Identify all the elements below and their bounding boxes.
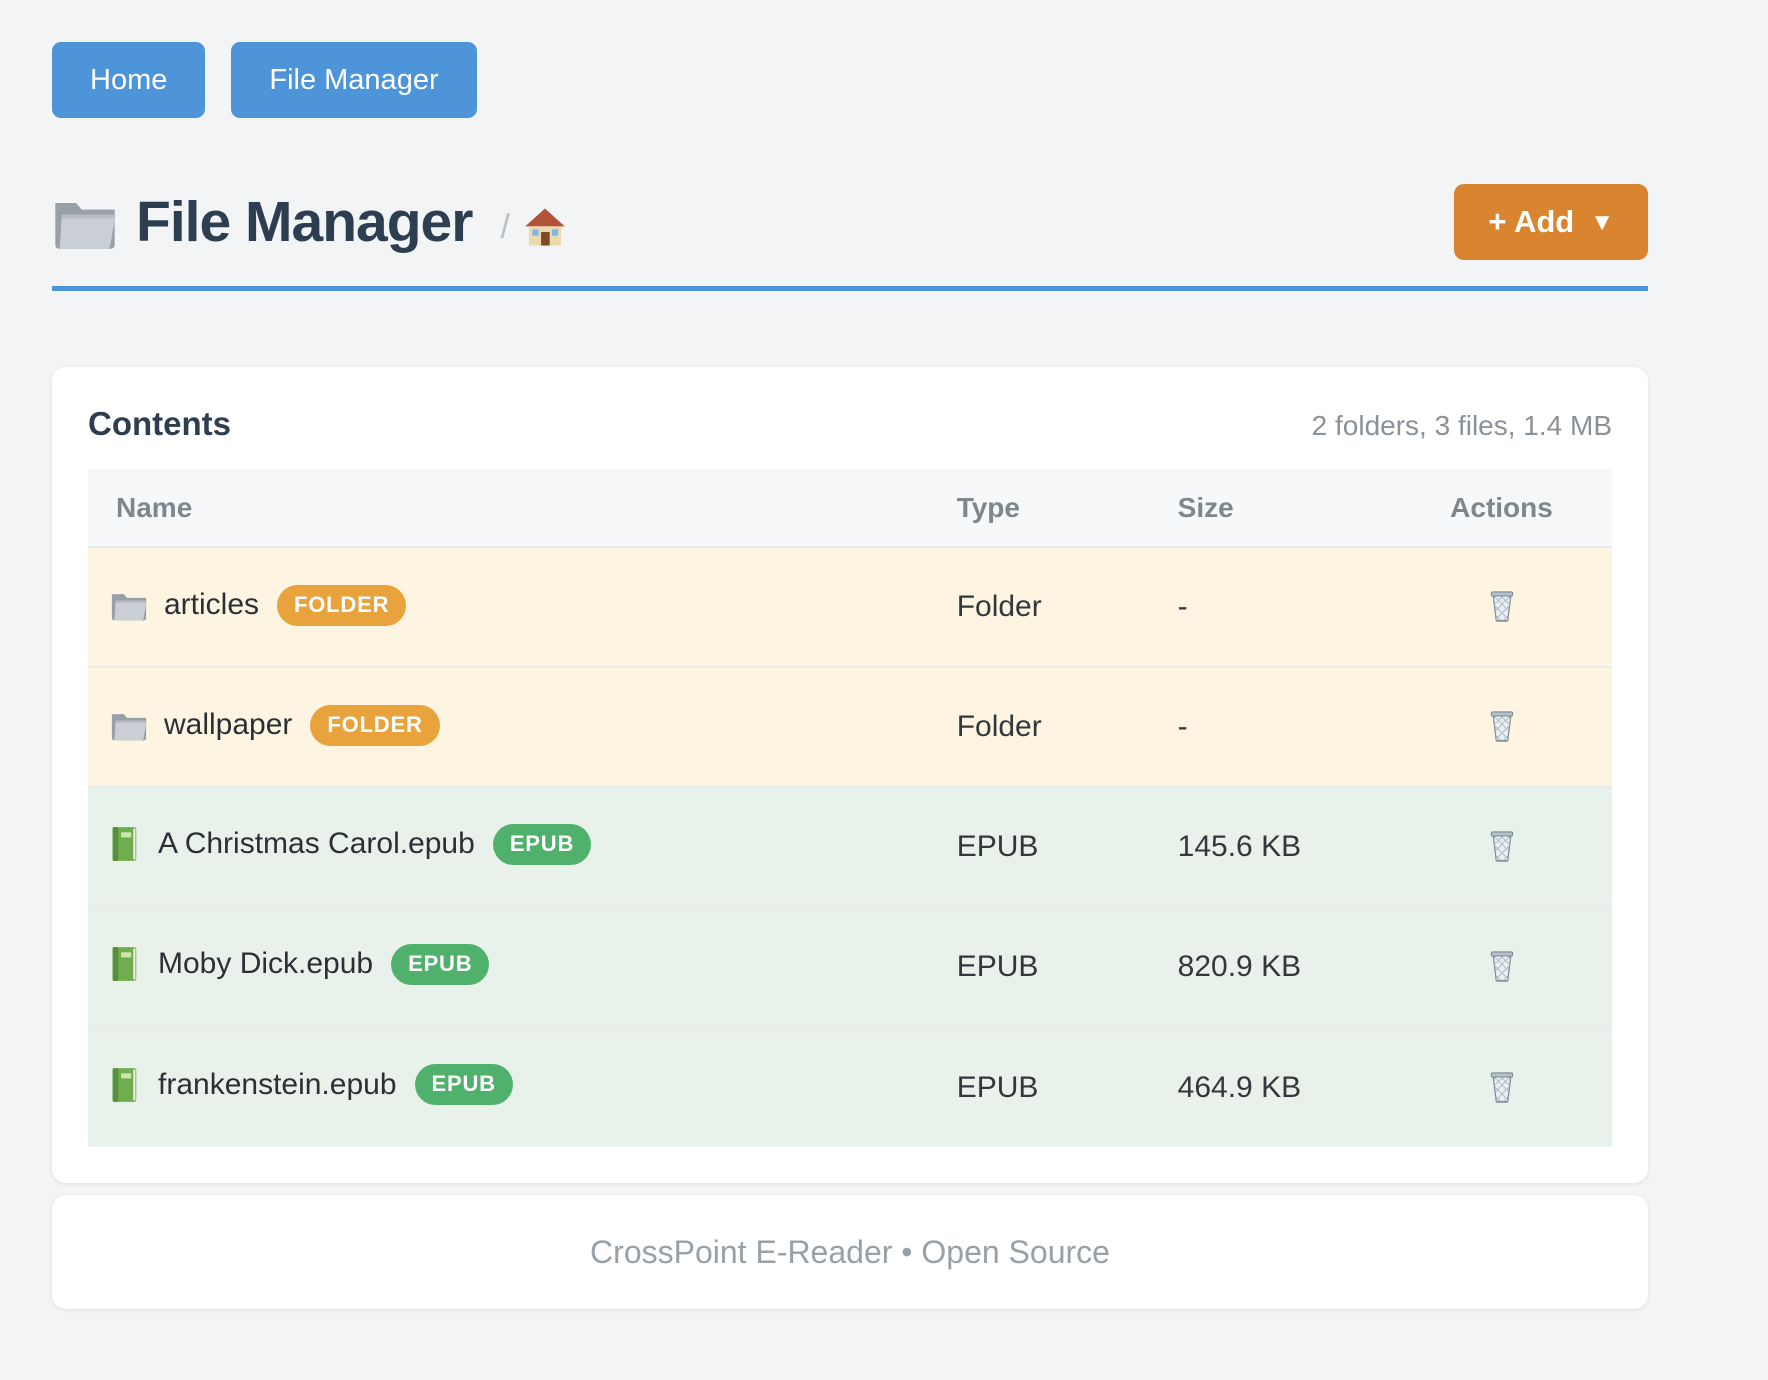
column-header-actions: Actions — [1391, 469, 1612, 547]
trash-icon — [1487, 1068, 1517, 1104]
delete-button[interactable] — [1481, 823, 1523, 867]
folder-badge: FOLDER — [310, 705, 439, 746]
size-cell: - — [1178, 547, 1391, 667]
size-cell: - — [1178, 667, 1391, 787]
trash-icon — [1487, 947, 1517, 983]
accent-divider — [52, 286, 1648, 291]
add-button[interactable]: + Add ▼ — [1454, 184, 1648, 260]
trash-icon — [1487, 827, 1517, 863]
contents-summary: 2 folders, 3 files, 1.4 MB — [1312, 410, 1612, 442]
trash-icon — [1487, 707, 1517, 743]
add-button-label: + Add — [1488, 204, 1574, 240]
item-name[interactable]: articles — [164, 588, 259, 622]
table-row: A Christmas Carol.epub EPUB EPUB 145.6 K… — [88, 787, 1612, 907]
type-cell: Folder — [957, 547, 1178, 667]
table-row: wallpaper FOLDER Folder - — [88, 667, 1612, 787]
delete-button[interactable] — [1481, 583, 1523, 627]
item-name[interactable]: Moby Dick.epub — [158, 947, 373, 981]
file-manager-button[interactable]: File Manager — [231, 42, 476, 118]
contents-card: Contents 2 folders, 3 files, 1.4 MB Name… — [52, 367, 1648, 1183]
folder-badge: FOLDER — [277, 585, 406, 626]
book-icon — [110, 946, 140, 982]
table-row: frankenstein.epub EPUB EPUB 464.9 KB — [88, 1027, 1612, 1147]
folder-icon — [110, 709, 148, 741]
footer-card: CrossPoint E-Reader • Open Source — [52, 1195, 1648, 1309]
size-cell: 145.6 KB — [1178, 787, 1391, 907]
type-cell: EPUB — [957, 907, 1178, 1027]
page-header: File Manager / + Add ▼ — [52, 184, 1648, 260]
contents-heading: Contents — [88, 405, 231, 443]
delete-button[interactable] — [1481, 943, 1523, 987]
home-button[interactable]: Home — [52, 42, 205, 118]
book-icon — [110, 826, 140, 862]
column-header-type: Type — [957, 469, 1178, 547]
item-name[interactable]: wallpaper — [164, 708, 292, 742]
page-title: File Manager — [136, 189, 472, 255]
table-header-row: Name Type Size Actions — [88, 469, 1612, 547]
type-cell: EPUB — [957, 787, 1178, 907]
folder-icon — [110, 589, 148, 621]
column-header-size: Size — [1178, 469, 1391, 547]
breadcrumb-separator: / — [500, 208, 509, 247]
table-row: articles FOLDER Folder - — [88, 547, 1612, 667]
table-row: Moby Dick.epub EPUB EPUB 820.9 KB — [88, 907, 1612, 1027]
size-cell: 464.9 KB — [1178, 1027, 1391, 1147]
delete-button[interactable] — [1481, 1064, 1523, 1108]
epub-badge: EPUB — [415, 1064, 513, 1105]
file-manager-page: Home File Manager File Manager / + Add ▼… — [0, 0, 1768, 1380]
epub-badge: EPUB — [391, 944, 489, 985]
contents-table: Name Type Size Actions articles FOLDER F… — [88, 469, 1612, 1147]
item-name[interactable]: A Christmas Carol.epub — [158, 827, 475, 861]
column-header-name: Name — [88, 469, 957, 547]
type-cell: EPUB — [957, 1027, 1178, 1147]
top-nav: Home File Manager — [52, 42, 1648, 118]
trash-icon — [1487, 587, 1517, 623]
folder-icon — [52, 195, 118, 249]
type-cell: Folder — [957, 667, 1178, 787]
footer-text: CrossPoint E-Reader • Open Source — [590, 1234, 1110, 1271]
item-name[interactable]: frankenstein.epub — [158, 1068, 397, 1102]
epub-badge: EPUB — [493, 824, 591, 865]
chevron-down-icon: ▼ — [1590, 209, 1614, 237]
book-icon — [110, 1067, 140, 1103]
house-icon[interactable] — [524, 207, 566, 247]
delete-button[interactable] — [1481, 703, 1523, 747]
size-cell: 820.9 KB — [1178, 907, 1391, 1027]
